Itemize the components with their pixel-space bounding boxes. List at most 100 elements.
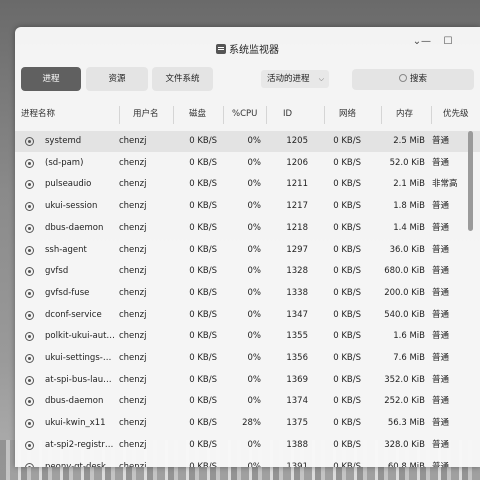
chevron-down-icon: ⌵: [318, 75, 324, 83]
column-divider: [431, 106, 432, 124]
process-id: 1217: [286, 201, 308, 212]
priority: 普通: [432, 201, 450, 212]
process-name: ukui-kwin_x11: [45, 418, 106, 429]
network-rate: 0 KB/S: [333, 179, 361, 190]
process-filter-dropdown[interactable]: 活动的进程 ⌵: [261, 70, 329, 88]
table-row[interactable]: ukui-session chenzj 0 KB/S 0% 1217 0 KB/S 1.8 …: [15, 196, 480, 217]
column-divider: [119, 106, 120, 124]
priority: 普通: [432, 396, 450, 407]
search-input[interactable]: 搜索: [352, 69, 474, 90]
disk-rate: 0 KB/S: [189, 266, 217, 277]
cpu-percent: 0%: [247, 287, 262, 298]
priority: 普通: [432, 353, 450, 363]
table-row[interactable]: dbus-daemon chenzj 0 KB/S 0% 1218 0 KB/S 1.4 M…: [15, 218, 480, 239]
table-row[interactable]: systemd chenzj 0 KB/S 0% 1205 0 KB/S 2.5 MiB 普通: [15, 131, 480, 152]
process-name: dbus-daemon: [45, 396, 104, 407]
table-row[interactable]: dconf-service chenzj 0 KB/S 0% 1347 0 KB/S 540…: [15, 305, 480, 326]
process-id: 1347: [286, 309, 308, 320]
process-icon: [25, 419, 34, 429]
table-row[interactable]: ukui-kwin_x11 chenzj 0 KB/S 28% 1375 0 KB/S 56…: [15, 413, 480, 434]
memory-usage: 200.0 KiB: [384, 287, 425, 298]
process-name: gvfsd-fuse: [45, 287, 90, 298]
table-header: 进程名称 用户名 磁盘 %CPU ID 网络 内存 优先级: [15, 106, 480, 124]
priority: 普通: [432, 136, 450, 146]
cpu-percent: 0%: [247, 244, 262, 255]
minimize-icon[interactable]: —: [419, 35, 433, 49]
column-header-user[interactable]: 用户名: [133, 106, 159, 122]
disk-rate: 0 KB/S: [189, 309, 217, 320]
tab-resources[interactable]: 资源: [86, 67, 148, 91]
toolbar: 进程 资源 文件系统 活动的进程 ⌵ 搜索: [15, 67, 480, 93]
process-name: polkit-ukui-aut…: [45, 331, 115, 342]
cpu-percent: 28%: [242, 418, 261, 429]
table-row[interactable]: (sd-pam) chenzj 0 KB/S 0% 1206 0 KB/S 52.0 KiB…: [15, 153, 480, 174]
process-icon: [25, 267, 34, 277]
user-name: chenzj: [119, 179, 147, 190]
column-header-cpu[interactable]: %CPU: [232, 106, 257, 122]
cpu-percent: 0%: [247, 331, 262, 342]
network-rate: 0 KB/S: [333, 136, 361, 146]
priority: 普通: [432, 309, 450, 320]
memory-usage: 252.0 KiB: [384, 396, 425, 407]
user-name: chenzj: [119, 201, 147, 212]
cpu-percent: 0%: [247, 374, 262, 385]
memory-usage: 328.0 KiB: [384, 439, 425, 450]
disk-rate: 0 KB/S: [189, 374, 217, 385]
process-icon: [25, 202, 34, 212]
priority: 普通: [432, 266, 450, 277]
table-row[interactable]: ssh-agent chenzj 0 KB/S 0% 1297 0 KB/S 36.0 Ki…: [15, 240, 480, 261]
disk-rate: 0 KB/S: [189, 179, 217, 190]
table-row[interactable]: at-spi-bus-laun… chenzj 0 KB/S 0% 1369 0 KB/S…: [15, 370, 480, 391]
process-id: 1374: [286, 396, 308, 407]
user-name: chenzj: [119, 266, 147, 277]
process-id: 1388: [286, 439, 308, 450]
tab-filesystem[interactable]: 文件系统: [152, 67, 213, 91]
maximize-icon[interactable]: ☐: [441, 35, 455, 49]
priority: 普通: [432, 418, 450, 429]
cpu-percent: 0%: [247, 179, 262, 190]
network-rate: 0 KB/S: [333, 353, 361, 363]
column-header-id[interactable]: ID: [283, 106, 292, 122]
table-row[interactable]: peony-qt-deskt… chenzj 0 KB/S 0% 1391 0 KB/S 6…: [15, 457, 480, 467]
network-rate: 0 KB/S: [333, 418, 361, 429]
process-id: 1356: [286, 353, 308, 363]
user-name: chenzj: [119, 418, 147, 429]
table-row[interactable]: ukui-settings-d… chenzj 0 KB/S 0% 1356 0 KB/S…: [15, 348, 480, 369]
process-id: 1369: [286, 374, 308, 385]
memory-usage: 540.0 KiB: [384, 309, 425, 320]
window-title-text: 系统监视器: [229, 45, 279, 56]
table-row[interactable]: at-spi2-registryd chenzj 0 KB/S 0% 1388 0 KB/…: [15, 435, 480, 456]
user-name: chenzj: [119, 136, 147, 146]
process-icon: [25, 462, 34, 467]
search-placeholder: 搜索: [409, 74, 427, 84]
column-header-name[interactable]: 进程名称: [21, 106, 55, 122]
table-row[interactable]: gvfsd chenzj 0 KB/S 0% 1328 0 KB/S 680.0 KiB 普通: [15, 261, 480, 282]
table-row[interactable]: gvfsd-fuse chenzj 0 KB/S 0% 1338 0 KB/S 200.0 …: [15, 283, 480, 304]
column-header-network[interactable]: 网络: [339, 106, 356, 122]
process-name: gvfsd: [45, 266, 69, 277]
disk-rate: 0 KB/S: [189, 136, 217, 146]
table-row[interactable]: polkit-ukui-aut… chenzj 0 KB/S 0% 1355 0 KB/S…: [15, 326, 480, 347]
disk-rate: 0 KB/S: [189, 418, 217, 429]
column-header-disk[interactable]: 磁盘: [189, 106, 206, 122]
process-id: 1355: [286, 331, 308, 342]
table-row[interactable]: dbus-daemon chenzj 0 KB/S 0% 1374 0 KB/S 252.0…: [15, 391, 480, 412]
process-icon: [25, 310, 34, 320]
process-id: 1297: [286, 244, 308, 255]
process-id: 1328: [286, 266, 308, 277]
network-rate: 0 KB/S: [333, 222, 361, 233]
column-header-priority[interactable]: 优先级: [443, 106, 469, 122]
priority: 普通: [432, 244, 450, 255]
memory-usage: 1.6 MiB: [393, 331, 425, 342]
column-divider: [173, 106, 174, 124]
process-icon: [25, 440, 34, 450]
process-name: at-spi-bus-laun…: [45, 374, 115, 385]
column-header-memory[interactable]: 内存: [396, 106, 413, 122]
vertical-scrollbar[interactable]: [468, 131, 473, 231]
table-row[interactable]: pulseaudio chenzj 0 KB/S 0% 1211 0 KB/S 2.1 Mi…: [15, 174, 480, 195]
process-name: dbus-daemon: [45, 222, 104, 233]
process-icon: [25, 245, 34, 255]
tab-processes[interactable]: 进程: [21, 67, 81, 91]
user-name: chenzj: [119, 157, 147, 168]
cpu-percent: 0%: [247, 157, 262, 168]
